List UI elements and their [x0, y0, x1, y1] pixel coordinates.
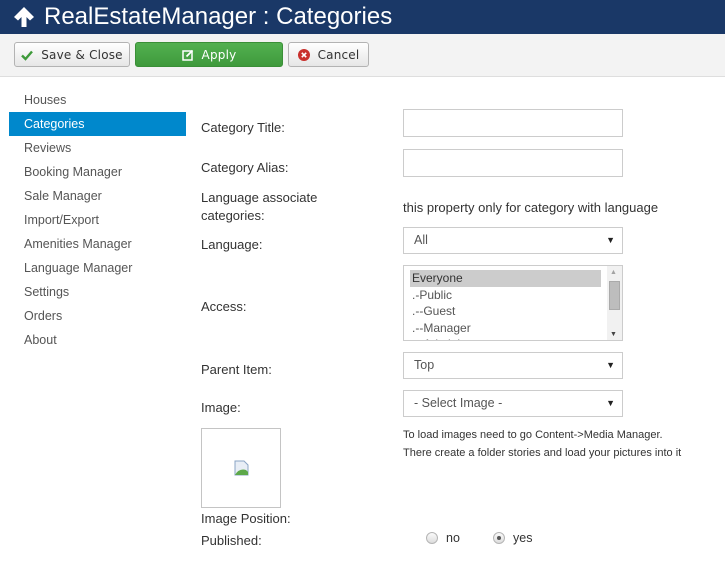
caret-down-icon: ▼ — [606, 398, 615, 408]
caret-down-icon: ▼ — [606, 360, 615, 370]
save-close-label: Save & Close — [41, 47, 123, 62]
arrow-up-icon — [14, 7, 34, 27]
image-select[interactable]: - Select Image - ▼ — [403, 390, 623, 417]
image-label: Image: — [201, 400, 241, 415]
parent-item-select[interactable]: Top ▼ — [403, 352, 623, 379]
sidebar-item-booking-manager[interactable]: Booking Manager — [9, 160, 186, 184]
language-selected-value: All — [414, 233, 428, 247]
language-associate-note: this property only for category with lan… — [403, 200, 659, 215]
scroll-down-icon[interactable]: ▼ — [610, 331, 617, 338]
language-associate-label-line1: Language associate — [201, 190, 318, 205]
scrollbar-thumb[interactable] — [609, 281, 620, 310]
image-position-label: Image Position: — [201, 511, 291, 526]
published-yes-radio[interactable] — [493, 532, 505, 544]
parent-item-selected-value: Top — [414, 358, 435, 372]
save-close-button[interactable]: Save & Close — [14, 42, 130, 67]
category-title-input[interactable] — [403, 109, 623, 137]
language-select[interactable]: All ▼ — [403, 227, 623, 254]
language-label: Language: — [201, 237, 263, 252]
language-associate-label-line2: categories: — [201, 208, 265, 223]
cancel-button[interactable]: Cancel — [288, 42, 369, 67]
toolbar: Save & Close Apply Cancel — [0, 34, 725, 77]
image-help-line2: There create a folder stories and load y… — [403, 447, 682, 459]
access-option-guest[interactable]: .--Guest — [410, 303, 601, 320]
sidebar-item-categories[interactable]: Categories — [9, 112, 186, 136]
sidebar-item-settings[interactable]: Settings — [9, 280, 186, 304]
scroll-up-icon[interactable]: ▲ — [610, 269, 617, 276]
published-yes-option[interactable]: yes — [493, 531, 532, 545]
page-header: RealEstateManager : Categories — [0, 0, 725, 34]
sidebar-nav: Houses Categories Reviews Booking Manage… — [9, 88, 186, 352]
broken-image-icon — [234, 460, 249, 476]
sidebar-item-orders[interactable]: Orders — [9, 304, 186, 328]
page-title: RealEstateManager : Categories — [44, 3, 393, 30]
access-option-public[interactable]: .-Public — [410, 287, 601, 304]
published-no-option[interactable]: no — [426, 531, 460, 545]
access-label: Access: — [201, 299, 247, 314]
image-preview — [201, 428, 281, 508]
category-alias-label: Category Alias: — [201, 160, 289, 175]
sidebar-item-import-export[interactable]: Import/Export — [9, 208, 186, 232]
sidebar-item-sale-manager[interactable]: Sale Manager — [9, 184, 186, 208]
sidebar-item-about[interactable]: About — [9, 328, 186, 352]
cancel-label: Cancel — [317, 47, 360, 62]
cancel-circle-icon — [297, 48, 310, 61]
published-label: Published: — [201, 533, 262, 548]
sidebar-item-reviews[interactable]: Reviews — [9, 136, 186, 160]
published-yes-label: yes — [513, 531, 533, 545]
image-help-line1: To load images need to go Content->Media… — [403, 429, 663, 441]
check-icon — [21, 50, 34, 61]
access-option-administrator[interactable]: .--Administrator — [410, 336, 601, 340]
image-selected-value: - Select Image - — [414, 396, 503, 410]
sidebar-item-amenities-manager[interactable]: Amenities Manager — [9, 232, 186, 256]
access-option-everyone[interactable]: Everyone — [410, 270, 601, 287]
access-listbox[interactable]: Everyone .-Public .--Guest .--Manager .-… — [403, 265, 623, 341]
apply-label: Apply — [201, 47, 237, 62]
apply-button[interactable]: Apply — [135, 42, 283, 67]
access-scrollbar[interactable]: ▲ ▼ — [607, 266, 622, 340]
edit-icon — [181, 49, 193, 61]
category-title-label: Category Title: — [201, 120, 285, 135]
published-no-radio[interactable] — [426, 532, 438, 544]
sidebar-item-houses[interactable]: Houses — [9, 88, 186, 112]
published-no-label: no — [446, 531, 460, 545]
sidebar-item-language-manager[interactable]: Language Manager — [9, 256, 186, 280]
access-option-manager[interactable]: .--Manager — [410, 320, 601, 337]
caret-down-icon: ▼ — [606, 235, 615, 245]
category-alias-input[interactable] — [403, 149, 623, 177]
parent-item-label: Parent Item: — [201, 362, 272, 377]
